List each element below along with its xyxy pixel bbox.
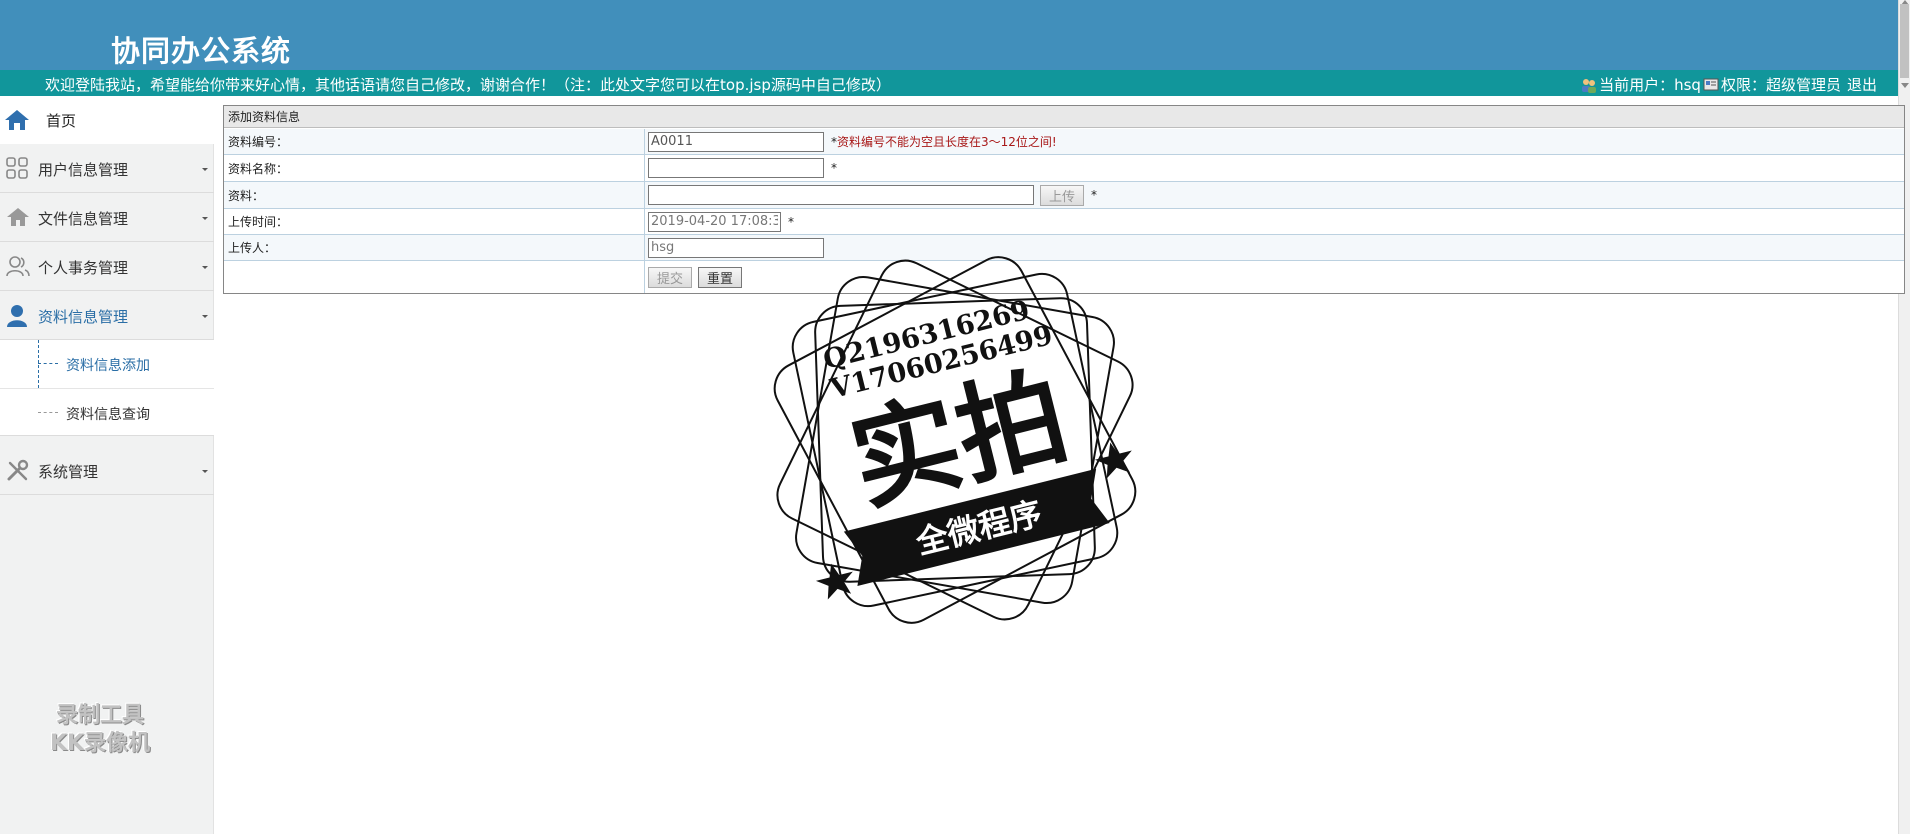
user-info: 当前用户：hsq 权限：超级管理员 退出 [1581,72,1879,98]
sidebar-item-label: 用户信息管理 [38,161,129,179]
grid-icon [6,157,28,179]
submenu-item-material-add[interactable]: 资料信息添加 [0,340,214,388]
form-row-name: 资料名称： * [224,155,1904,182]
name-label: 资料名称： [224,155,645,181]
code-validation-hint: 资料编号不能为空且长度在3～12位之间! [837,135,1057,149]
submenu-item-label: 资料信息查询 [66,407,150,423]
file-label: 资料： [224,182,645,208]
actions-label-cell [224,261,645,293]
house-icon [7,208,29,226]
time-label: 上传时间： [224,209,645,234]
sidebar-item-user-info[interactable]: 用户信息管理 [0,144,214,193]
chevron-down-icon [202,168,208,171]
submit-button[interactable]: 提交 [648,266,693,288]
sidebar-item-personal-affairs[interactable]: 个人事务管理 [0,242,214,291]
current-user-label: 当前用户：hsq [1599,76,1701,94]
home-icon [5,110,29,130]
upload-time-input[interactable] [648,211,781,232]
sidebar-home-label: 首页 [46,112,77,130]
welcome-message: 欢迎登陆我站，希望能给你带来好心情，其他话语请您自己修改，谢谢合作！（注：此处文… [45,76,891,94]
form-row-file: 资料： 上传 * [224,182,1904,209]
users-icon [6,256,30,277]
header-bar: 协同办公系统 [0,0,1898,70]
required-mark: * [1091,188,1098,202]
submenu-item-material-query[interactable]: 资料信息查询 [0,388,214,436]
tree-line [38,340,39,388]
file-path-input[interactable] [648,185,1034,205]
system-title: 协同办公系统 [111,34,292,68]
stamp-watermark: Q2196316269 V17060256499 实拍 全微程序 [773,256,1137,624]
permission-label: 权限：超级管理员 [1720,76,1841,94]
code-input[interactable] [648,131,824,152]
sidebar: 首页 用户信息管理 文件信息管理 个人事务管理 资料信息管理 资料信息添加 资料… [0,96,214,834]
watermark-line: 录制工具 [55,703,144,728]
sidebar-item-material-info[interactable]: 资料信息管理 [0,291,214,340]
submenu-material-info: 资料信息添加 资料信息查询 [0,340,214,436]
uploader-label: 上传人： [224,235,645,260]
app-window: 协同办公系统 欢迎登陆我站，希望能给你带来好心情，其他话语请您自己修改，谢谢合作… [0,0,1910,834]
user-group-icon [1582,79,1597,93]
sidebar-item-home[interactable]: 首页 [0,96,214,144]
chevron-down-icon [202,266,208,269]
chevron-down-icon [202,217,208,220]
permission-card-icon [1703,78,1719,91]
form-row-time: 上传时间： * [224,209,1904,235]
form-heading: 添加资料信息 [224,106,1904,128]
tools-icon [7,459,29,481]
tree-branch [38,363,58,364]
sidebar-item-label: 文件信息管理 [38,210,129,228]
upload-button[interactable]: 上传 [1040,184,1085,206]
sidebar-item-system[interactable]: 系统管理 [0,446,214,495]
submenu-item-label: 资料信息添加 [66,358,150,374]
scroll-thumb[interactable] [1900,4,1909,78]
watermark-line: KK录像机 [49,731,151,756]
scroll-down-arrow-icon[interactable] [1901,83,1909,88]
form-row-code: 资料编号： * 资料编号不能为空且长度在3～12位之间! [224,129,1904,155]
recorder-watermark: 录制工具 KK录像机 [30,702,170,758]
code-label: 资料编号： [224,129,645,154]
tree-branch [38,412,58,413]
required-mark: * [788,214,794,229]
chevron-down-icon [202,470,208,473]
sidebar-item-file-info[interactable]: 文件信息管理 [0,193,214,242]
person-icon [7,305,27,327]
logout-link[interactable]: 退出 [1847,72,1877,98]
sidebar-item-label: 个人事务管理 [38,259,129,277]
chevron-down-icon [202,315,208,318]
name-input[interactable] [648,158,824,178]
required-mark: * [831,161,837,175]
top-info-bar: 欢迎登陆我站，希望能给你带来好心情，其他话语请您自己修改，谢谢合作！（注：此处文… [0,70,1898,96]
sidebar-item-label: 资料信息管理 [38,308,129,326]
sidebar-item-label: 系统管理 [38,463,99,481]
reset-button[interactable]: 重置 [698,266,743,288]
